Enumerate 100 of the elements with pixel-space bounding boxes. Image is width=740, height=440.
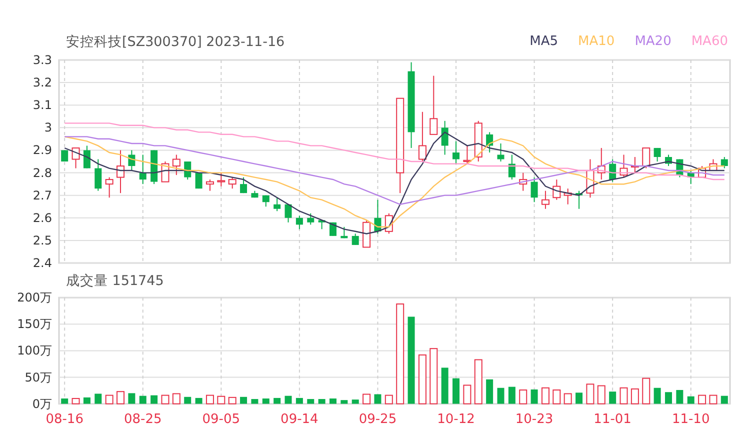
volume-bar <box>576 392 583 404</box>
volume-bar <box>474 359 482 404</box>
legend-label[interactable]: MA60 <box>691 32 728 52</box>
volume-bar <box>552 390 561 404</box>
date-label: 08-25 <box>124 412 162 427</box>
volume-bar <box>94 394 102 404</box>
candlestick <box>530 176 538 203</box>
axis-label: 3 <box>44 120 52 135</box>
volume-bar <box>161 394 170 404</box>
candlestick <box>720 156 728 169</box>
candlestick <box>217 172 226 187</box>
axis-label: 150万 <box>17 317 52 332</box>
date-label: 10-23 <box>515 412 554 427</box>
candlestick <box>362 220 371 248</box>
candlestick <box>330 222 336 236</box>
volume-bar <box>105 394 114 404</box>
candlestick <box>72 147 80 169</box>
volume-bar <box>530 389 538 404</box>
candlestick <box>687 170 694 185</box>
volume-bar <box>184 396 192 404</box>
axis-label: 200万 <box>17 292 52 305</box>
candlestick <box>430 75 438 135</box>
date-label: 09-14 <box>280 412 318 427</box>
candlestick <box>128 150 136 172</box>
legend-label[interactable]: MA5 <box>530 32 558 52</box>
volume-bar <box>687 396 694 404</box>
volume-bar <box>83 397 90 404</box>
candlestick <box>139 154 146 185</box>
candlestick <box>486 132 494 153</box>
volume-bar <box>72 398 80 404</box>
candlestick <box>586 158 594 198</box>
volume-bar <box>340 400 348 404</box>
candlestick <box>519 172 528 192</box>
axis-label: 2.7 <box>32 188 52 202</box>
volume-bar <box>720 396 728 404</box>
candlestick <box>251 190 258 198</box>
candlestick <box>709 158 718 172</box>
candlestick <box>116 150 124 194</box>
legend-label[interactable]: MA10 <box>578 32 615 52</box>
candlestick <box>620 154 628 178</box>
volume-bar <box>654 388 661 404</box>
axis-label: 2.4 <box>32 256 52 270</box>
candlestick <box>452 140 460 164</box>
volume-bar <box>172 393 180 404</box>
volume-bar <box>698 394 706 404</box>
axis-label: 100万 <box>17 344 52 358</box>
axis-label: 0万 <box>32 396 52 411</box>
volume-bar <box>564 393 572 404</box>
volume-bar <box>630 388 639 404</box>
candlestick <box>374 199 382 234</box>
candlestick <box>195 172 202 190</box>
volume-bar <box>620 387 628 404</box>
volume-bar <box>441 368 448 404</box>
date-label: 09-05 <box>202 412 240 427</box>
volume-bar <box>374 394 382 404</box>
volume-bar <box>709 394 718 404</box>
candlestick <box>284 204 292 223</box>
candlestick <box>497 142 504 162</box>
volume-bar <box>384 394 393 404</box>
volume-bar <box>430 348 438 404</box>
candlestick <box>552 179 561 200</box>
candlestick <box>307 212 314 226</box>
volume-bar <box>486 379 494 404</box>
date-label: 10-12 <box>437 412 475 427</box>
axis-label: 2.8 <box>32 166 52 180</box>
volume-bar <box>128 393 136 404</box>
volume-bar <box>362 394 371 404</box>
volume-bar <box>251 399 258 404</box>
candlestick <box>576 190 583 210</box>
candlestick <box>541 190 550 210</box>
candlestick <box>384 212 393 234</box>
candlestick <box>184 161 192 180</box>
date-label: 08-16 <box>46 412 84 427</box>
volume-bar <box>318 399 326 404</box>
volume-bar <box>195 398 202 404</box>
volume-bar <box>508 386 516 404</box>
volume-bar <box>274 398 281 404</box>
legend-label[interactable]: MA20 <box>634 32 672 52</box>
volume-bar <box>452 378 460 404</box>
axis-label: 2.9 <box>32 143 52 158</box>
candlestick <box>105 176 114 198</box>
volume-bar <box>228 396 236 404</box>
date-label: 11-10 <box>672 412 710 427</box>
chart-title: 成交量 151745 <box>66 272 164 290</box>
volume-bar <box>61 398 68 404</box>
volume-bar <box>150 395 158 404</box>
axis-label: 3.3 <box>32 53 52 67</box>
axis-label: 2.5 <box>32 233 52 248</box>
candlestick <box>597 147 606 180</box>
volume-bar <box>116 391 124 404</box>
candlestick <box>296 215 303 230</box>
axis-label: 50万 <box>24 370 52 384</box>
candlestick <box>83 145 90 169</box>
volume-bar <box>519 390 528 404</box>
candlestick <box>564 188 572 205</box>
candlestick <box>206 179 214 192</box>
volume-bar <box>296 398 303 404</box>
candlestick <box>441 120 448 156</box>
volume-bar <box>642 378 650 404</box>
volume-bar <box>597 385 606 404</box>
